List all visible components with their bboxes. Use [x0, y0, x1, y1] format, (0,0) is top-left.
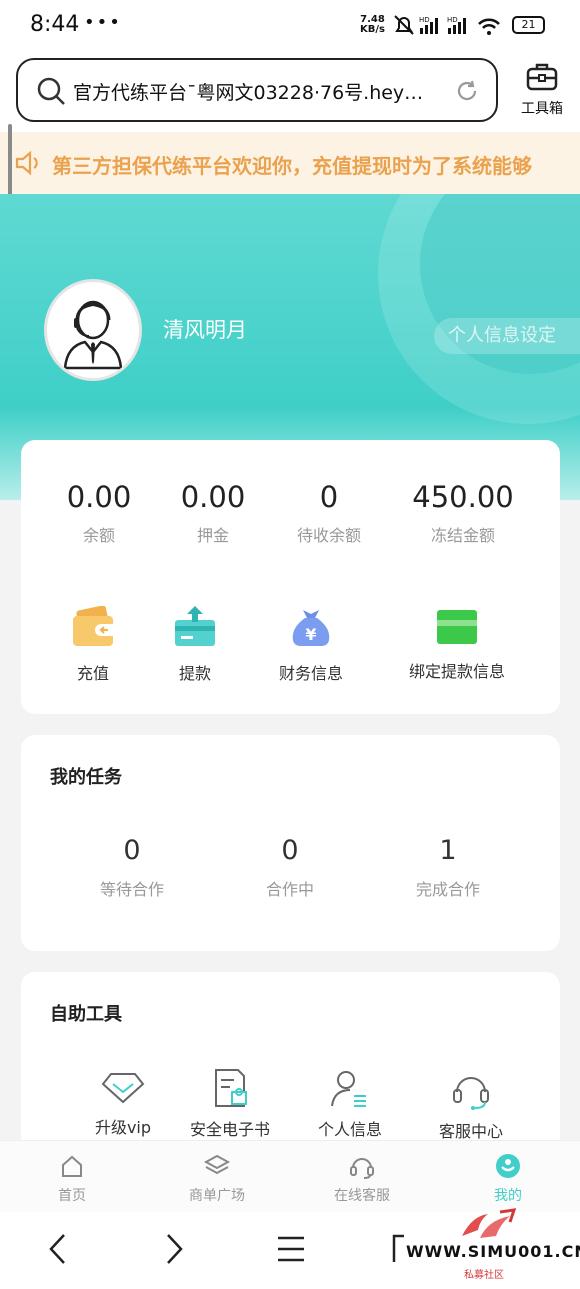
forward-icon[interactable]	[162, 1232, 186, 1266]
headset-icon	[453, 1077, 489, 1110]
finance-info-button[interactable]: ¥ 财务信息	[251, 604, 371, 684]
status-bar: 8:44 ••• 7.48 KB/s HD HD 21	[0, 0, 580, 52]
reload-icon[interactable]	[454, 78, 480, 104]
tasks-card: 我的任务 0 等待合作 0 合作中 1 完成合作	[21, 735, 560, 951]
pending-label: 待收余额	[296, 526, 361, 545]
wallet-card: 0.00 余额 0.00 押金 0 待收余额 450.00 冻结金额 充值 提款…	[21, 440, 560, 714]
browser-toolbar: 官方代练平台¯粤网文03228·76号.hey… 工具箱	[0, 52, 580, 132]
watermark-logo: WWW.SIMU001.CN 私募社区	[404, 1206, 580, 1288]
card-icon	[437, 610, 477, 644]
frozen-label: 冻结金额	[430, 526, 495, 545]
back-icon[interactable]	[46, 1232, 70, 1266]
task-completed-count: 1	[439, 835, 457, 866]
speaker-icon	[15, 150, 38, 176]
watermark-text: WWW.SIMU001.CN	[406, 1242, 580, 1261]
task-in-progress[interactable]: 0 合作中	[225, 835, 355, 900]
tab-home[interactable]: 首页	[12, 1153, 132, 1205]
username: 清风明月	[163, 318, 247, 342]
profile-settings-button[interactable]: 个人信息设定	[434, 318, 580, 354]
avatar[interactable]	[44, 279, 142, 381]
watermark-emblem-icon	[462, 1208, 517, 1238]
pending-stat[interactable]: 0 待收余额	[259, 480, 399, 546]
network-speed: 7.48 KB/s	[360, 14, 385, 35]
notification-dots: •••	[84, 12, 122, 33]
upgrade-vip-button[interactable]: 升级vip	[63, 1068, 183, 1138]
diamond-icon	[101, 1073, 145, 1104]
tab-mine-label: 我的	[494, 1188, 522, 1204]
task-waiting[interactable]: 0 等待合作	[67, 835, 197, 900]
tasks-title: 我的任务	[50, 767, 122, 788]
user-icon	[496, 1154, 520, 1178]
layers-icon	[203, 1154, 231, 1175]
watermark-subtext: 私募社区	[464, 1270, 504, 1281]
frozen-stat[interactable]: 450.00 冻结金额	[393, 480, 533, 546]
svg-text:HD: HD	[419, 16, 430, 24]
tab-mine[interactable]: 我的	[448, 1153, 568, 1205]
task-completed-label: 完成合作	[415, 880, 480, 899]
tools-card: 自助工具 升级vip 安全电子书 个人信息 客服中心	[21, 972, 560, 1152]
customer-center-label: 客服中心	[438, 1122, 503, 1141]
safety-ebook-label: 安全电子书	[189, 1120, 270, 1139]
pending-value: 0	[319, 480, 339, 514]
ebook-icon	[215, 1069, 247, 1107]
withdraw-label: 提款	[178, 664, 211, 683]
upgrade-vip-label: 升级vip	[94, 1118, 152, 1137]
home-icon	[62, 1155, 82, 1177]
url-text[interactable]: 官方代练平台¯粤网文03228·76号.hey…	[73, 78, 443, 105]
frozen-value: 450.00	[412, 480, 514, 514]
bottom-tab-bar: 首页 商单广场 在线客服 我的	[0, 1140, 580, 1212]
tools-title: 自助工具	[50, 1004, 122, 1025]
tab-online-service-label: 在线客服	[334, 1188, 390, 1204]
tab-order-square-label: 商单广场	[189, 1188, 245, 1204]
task-completed[interactable]: 1 完成合作	[383, 835, 513, 900]
svg-text:HD: HD	[447, 16, 458, 24]
address-bar[interactable]: 官方代练平台¯粤网文03228·76号.hey…	[16, 58, 498, 122]
toolbox-label: 工具箱	[521, 101, 563, 117]
toolbox-icon	[526, 63, 558, 91]
task-waiting-count: 0	[123, 835, 141, 866]
customer-service-avatar-icon	[63, 300, 123, 370]
wallet-icon	[73, 606, 113, 646]
headset-icon	[350, 1158, 374, 1179]
tab-order-square[interactable]: 商单广场	[157, 1153, 277, 1205]
tab-home-label: 首页	[58, 1188, 86, 1204]
task-in-progress-count: 0	[281, 835, 299, 866]
search-icon	[37, 77, 65, 105]
menu-icon[interactable]	[276, 1232, 306, 1266]
money-bag-icon: ¥	[292, 610, 330, 646]
withdraw-icon	[175, 606, 215, 646]
notice-marquee: 第三方担保代练平台欢迎你，充值提现时为了系统能够	[0, 132, 580, 194]
battery-indicator: 21	[512, 16, 545, 34]
tab-online-service[interactable]: 在线客服	[302, 1153, 422, 1205]
safety-ebook-button[interactable]: 安全电子书	[170, 1068, 290, 1140]
withdraw-button[interactable]: 提款	[135, 604, 255, 684]
finance-info-label: 财务信息	[278, 664, 343, 683]
svg-text:¥: ¥	[305, 625, 316, 644]
task-in-progress-label: 合作中	[265, 880, 314, 899]
toolbox-button[interactable]: 工具箱	[512, 62, 572, 118]
person-icon	[331, 1071, 366, 1107]
task-waiting-label: 等待合作	[99, 880, 164, 899]
bind-withdraw-info-button[interactable]: 绑定提款信息	[397, 606, 517, 682]
status-icons: HD HD	[394, 15, 500, 35]
personal-info-label: 个人信息	[317, 1120, 382, 1139]
personal-info-button[interactable]: 个人信息	[290, 1068, 410, 1140]
notice-text: 第三方担保代练平台欢迎你，充值提现时为了系统能够	[52, 154, 532, 178]
clock: 8:44	[30, 12, 80, 37]
customer-center-button[interactable]: 客服中心	[411, 1068, 531, 1142]
bind-withdraw-info-label: 绑定提款信息	[408, 662, 505, 681]
